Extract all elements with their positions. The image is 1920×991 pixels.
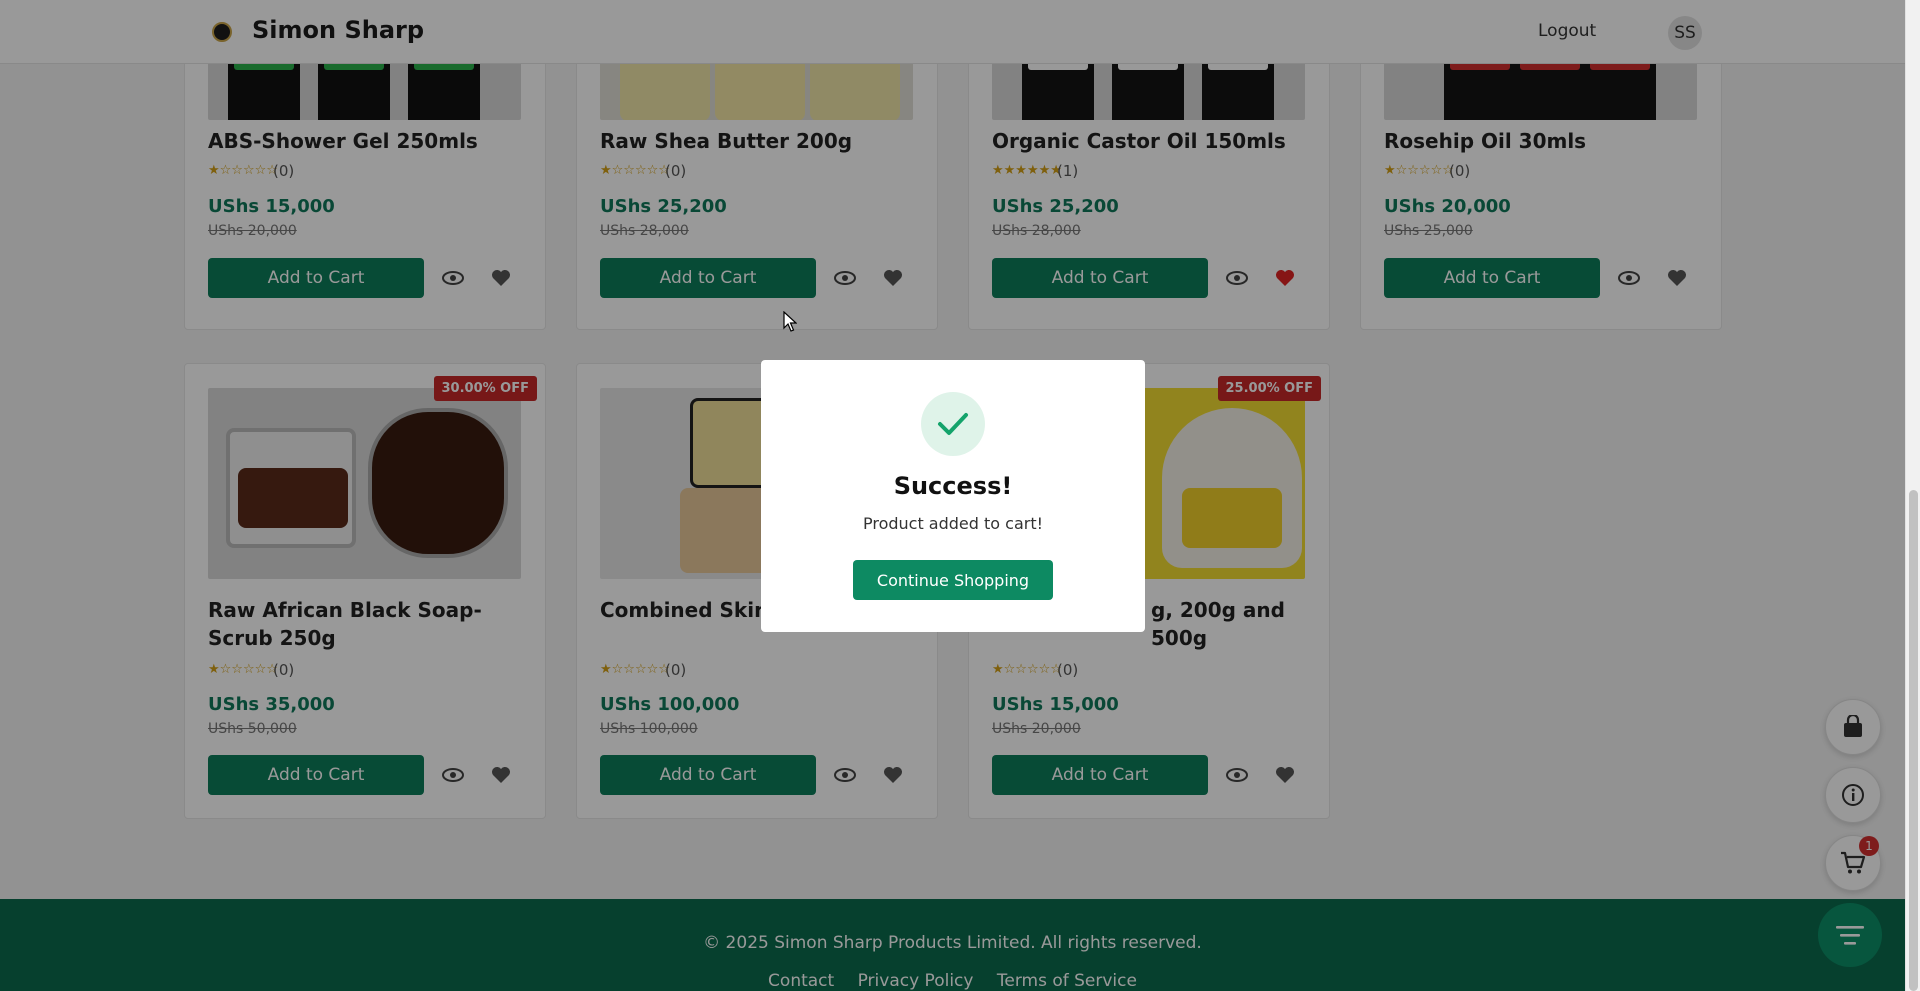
mouse-cursor-icon (783, 310, 798, 337)
page-scrollbar[interactable] (1905, 0, 1920, 991)
dialog-title: Success! (893, 472, 1013, 500)
dialog-message: Product added to cart! (862, 514, 1044, 533)
scrollbar-thumb[interactable] (1909, 490, 1918, 991)
success-check-icon (921, 392, 985, 456)
success-dialog: Success! Product added to cart! Continue… (761, 360, 1145, 632)
continue-shopping-button[interactable]: Continue Shopping (853, 560, 1053, 600)
